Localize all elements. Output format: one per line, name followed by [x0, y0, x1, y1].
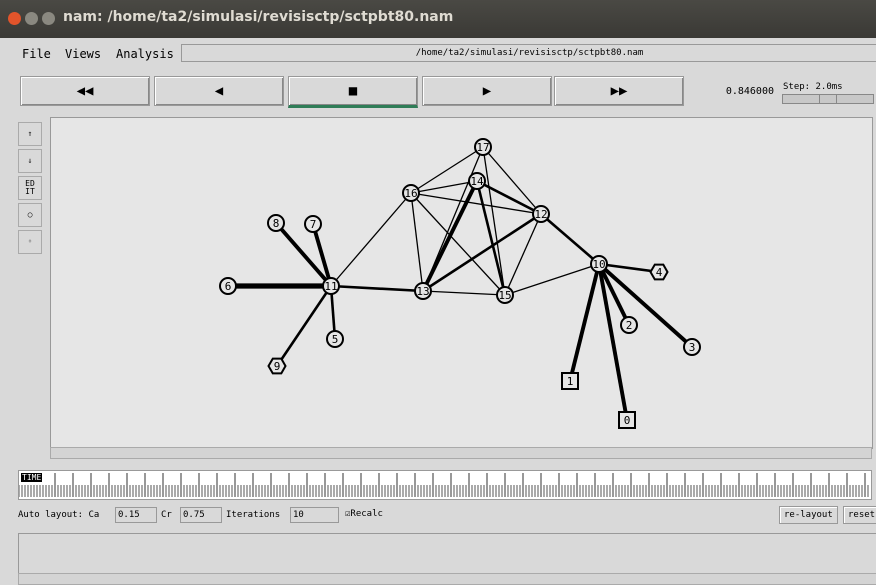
timeline[interactable]: TIME: [18, 470, 872, 500]
node-label: 13: [416, 285, 429, 298]
node-label: 4: [656, 266, 663, 279]
node-label: 2: [626, 319, 633, 332]
node-label: 16: [404, 187, 417, 200]
node-5[interactable]: 5: [326, 330, 344, 348]
fast-forward-button[interactable]: ▶▶: [554, 76, 684, 106]
node-17[interactable]: 17: [474, 138, 492, 156]
small-circle-icon[interactable]: ◦: [18, 230, 42, 254]
file-path-display: /home/ta2/simulasi/revisisctp/sctpbt80.n…: [181, 44, 876, 62]
cr-input[interactable]: 0.75: [180, 507, 222, 523]
canvas-horizontal-scrollbar[interactable]: [50, 447, 872, 459]
node-8[interactable]: 8: [267, 214, 285, 232]
node-label: 6: [225, 280, 232, 293]
node-6[interactable]: 6: [219, 277, 237, 295]
node-label: 11: [324, 280, 337, 293]
node-label: 14: [470, 175, 484, 188]
link-13-17[interactable]: [422, 146, 484, 292]
recalc-checkbox[interactable]: ☑Recalc: [345, 509, 383, 519]
play-button[interactable]: ▶: [422, 76, 552, 106]
auto-layout-label: Auto layout: Ca: [18, 510, 100, 520]
ca-input[interactable]: 0.15: [115, 507, 157, 523]
stop-button[interactable]: ■: [288, 76, 418, 108]
zoom-out-icon[interactable]: ⇓: [18, 149, 42, 173]
large-circle-icon[interactable]: ○: [18, 203, 42, 227]
link-12-10[interactable]: [540, 213, 600, 265]
node-label: 9: [274, 360, 281, 373]
menu-file[interactable]: File: [22, 47, 51, 61]
node-label: 15: [498, 289, 511, 302]
menu-bar: File Views Analysis /home/ta2/simulasi/r…: [0, 38, 876, 69]
menu-analysis[interactable]: Analysis: [116, 47, 174, 61]
node-label: 5: [332, 333, 339, 346]
close-icon[interactable]: [8, 12, 21, 25]
minimize-icon[interactable]: [25, 12, 38, 25]
window-title: nam: /home/ta2/simulasi/revisisctp/sctpb…: [63, 9, 454, 25]
back-button[interactable]: ◀: [154, 76, 284, 106]
node-label: 17: [476, 141, 489, 154]
annotation-pane[interactable]: [18, 533, 876, 575]
slider-knob[interactable]: [819, 95, 837, 103]
bottom-scrollbar[interactable]: [18, 573, 876, 585]
network-canvas[interactable]: 0 1 2 3 4 5 6 7 8 9 10 11 12 13 14 15 16 17: [50, 117, 873, 449]
step-label: Step: 2.0ms: [783, 82, 843, 92]
node-10[interactable]: 10: [590, 255, 608, 273]
link-13-15[interactable]: [422, 290, 506, 296]
time-readout: 0.846000: [725, 86, 774, 97]
menu-views[interactable]: Views: [65, 47, 101, 61]
title-bar: nam: /home/ta2/simulasi/revisisctp/sctpb…: [0, 0, 876, 38]
node-3[interactable]: 3: [683, 338, 701, 356]
node-14[interactable]: 14: [468, 172, 486, 190]
recalc-label: Recalc: [350, 509, 383, 519]
network-graph: 01234567891011121314151617: [219, 138, 701, 429]
node-13[interactable]: 13: [414, 282, 432, 300]
node-4[interactable]: 4: [649, 263, 669, 281]
cr-label: Cr: [161, 510, 172, 520]
node-label: 3: [689, 341, 696, 354]
timeline-ticks: [19, 473, 869, 497]
timeline-label: TIME: [21, 473, 43, 482]
link-13-16[interactable]: [410, 192, 424, 292]
node-9[interactable]: 9: [267, 357, 287, 375]
maximize-icon[interactable]: [42, 12, 55, 25]
edit-button[interactable]: ED IT: [18, 176, 42, 200]
playback-controls: ◀◀ ◀ ■ ▶ ▶▶ 0.846000 Step: 2.0ms: [0, 68, 876, 112]
step-slider[interactable]: [782, 94, 874, 104]
node-15[interactable]: 15: [496, 286, 514, 304]
node-1[interactable]: 1: [561, 372, 579, 390]
zoom-in-icon[interactable]: ⇑: [18, 122, 42, 146]
node-11[interactable]: 11: [322, 277, 340, 295]
link-10-1[interactable]: [568, 263, 601, 382]
link-11-13[interactable]: [330, 284, 424, 293]
rewind-button[interactable]: ◀◀: [20, 76, 150, 106]
node-16[interactable]: 16: [402, 184, 420, 202]
node-label: 10: [592, 258, 605, 271]
re-layout-button[interactable]: re-layout: [779, 506, 838, 524]
tool-palette: ⇑ ⇓ ED IT ○ ◦: [18, 122, 44, 282]
node-0[interactable]: 0: [618, 411, 636, 429]
node-7[interactable]: 7: [304, 215, 322, 233]
node-label: 1: [567, 375, 574, 388]
reset-button[interactable]: reset: [843, 506, 876, 524]
link-11-9[interactable]: [275, 285, 333, 367]
node-label: 0: [624, 414, 631, 427]
iterations-input[interactable]: 10: [290, 507, 339, 523]
link-11-16[interactable]: [330, 192, 412, 287]
link-15-10[interactable]: [504, 263, 600, 296]
node-label: 8: [273, 217, 280, 230]
node-label: 7: [310, 218, 317, 231]
auto-layout-bar: Auto layout: Ca 0.15 Cr 0.75 Iterations …: [0, 506, 876, 526]
node-label: 12: [534, 208, 547, 221]
node-2[interactable]: 2: [620, 316, 638, 334]
node-12[interactable]: 12: [532, 205, 550, 223]
iterations-label: Iterations: [226, 510, 281, 520]
